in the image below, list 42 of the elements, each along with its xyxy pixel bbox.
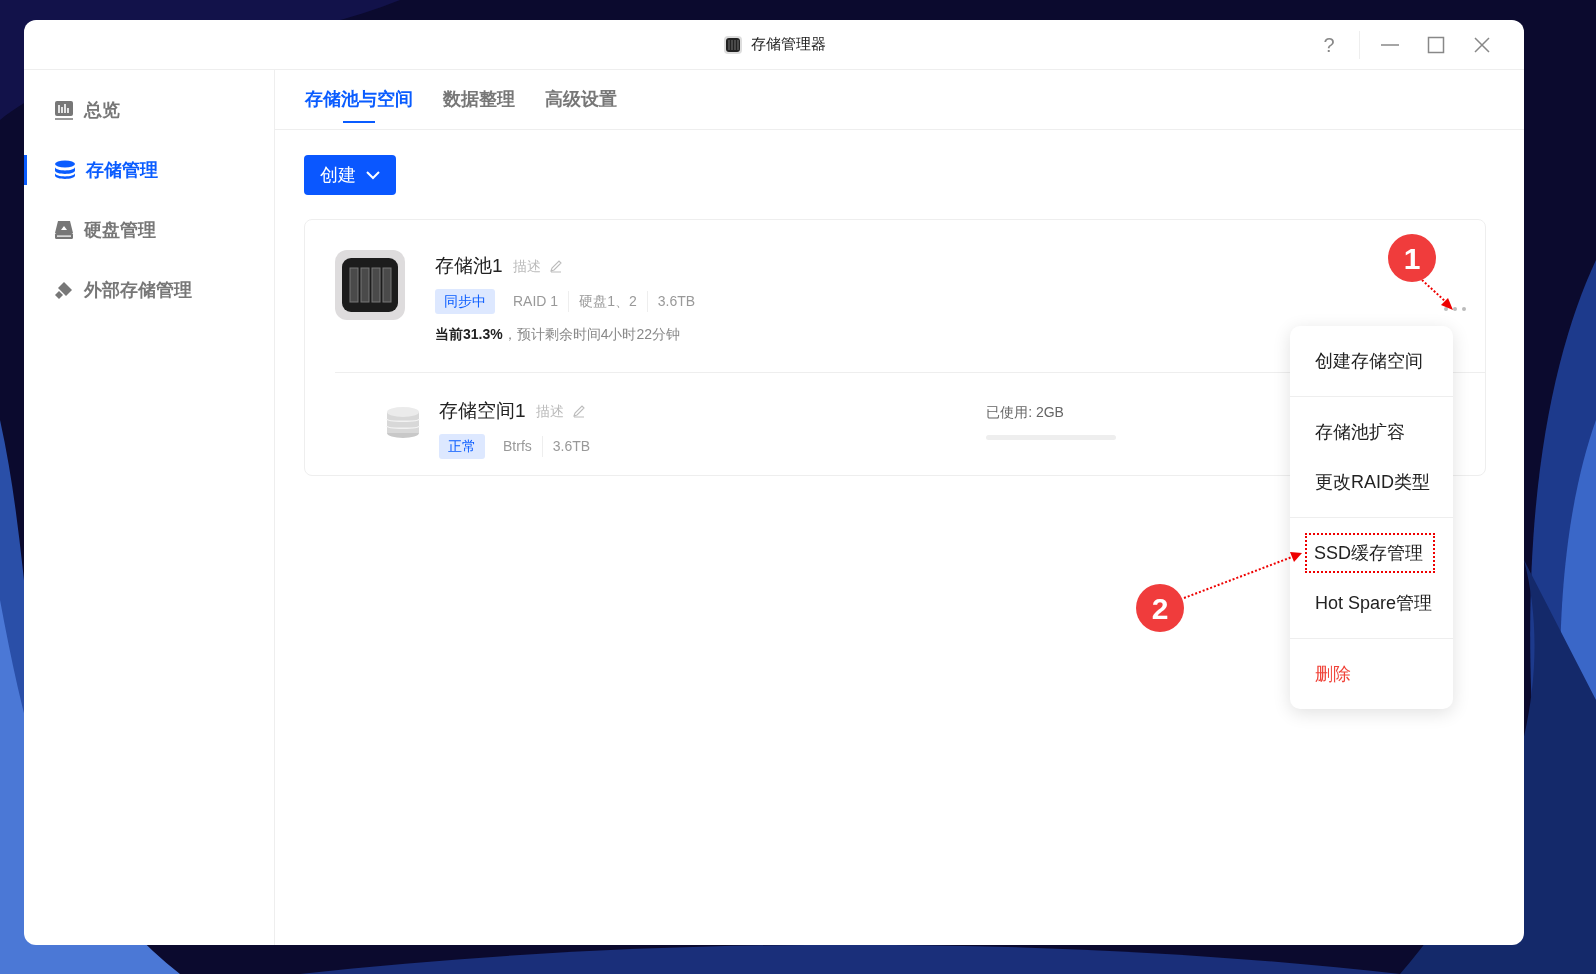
disk-list: 硬盘1、2	[568, 290, 647, 312]
used-space: 已使用: 2GB	[986, 403, 1065, 422]
tab[interactable]: 数据整理	[443, 70, 515, 129]
edit-icon[interactable]	[548, 259, 563, 274]
sidebar-item[interactable]: 总览	[24, 80, 274, 140]
database-icon	[54, 160, 76, 180]
close-icon	[1472, 35, 1492, 55]
app-icon	[722, 34, 743, 55]
status-tag: 正常	[439, 433, 485, 459]
drive-bay-icon	[335, 250, 405, 320]
plug-icon	[54, 280, 74, 300]
menu-item[interactable]: 更改RAID类型	[1290, 457, 1453, 507]
progress-text: 当前31.3%，预计剩余时间4小时22分钟	[435, 324, 682, 344]
menu-item[interactable]: Hot Spare管理	[1290, 578, 1453, 628]
filesystem-type: Btrfs	[502, 436, 533, 456]
sidebar-item[interactable]: 存储管理	[24, 140, 274, 200]
more-icon[interactable]	[1443, 305, 1467, 312]
tab[interactable]: 高级设置	[545, 70, 617, 129]
menu-item[interactable]: 删除	[1290, 649, 1453, 699]
minimize-icon	[1381, 44, 1399, 46]
sidebar-item[interactable]: 外部存储管理	[24, 260, 274, 320]
maximize-icon	[1426, 35, 1446, 55]
sidebar-item[interactable]: 硬盘管理	[24, 200, 274, 260]
create-button[interactable]: 创建	[304, 155, 396, 195]
help-button[interactable]: ?	[1309, 27, 1349, 63]
drive-icon	[54, 220, 74, 240]
volume-size: 3.6TB	[541, 435, 601, 457]
menu-item[interactable]: 创建存储空间	[1290, 336, 1453, 386]
database-icon	[385, 405, 421, 441]
annotation-arrow	[1421, 279, 1453, 310]
edit-icon[interactable]	[571, 404, 586, 419]
pool-name: 存储池1	[435, 254, 503, 278]
status-tag: 同步中	[435, 288, 495, 314]
raid-level: RAID 1	[512, 291, 560, 311]
volume-name: 存储空间1	[439, 399, 526, 423]
chart-icon	[54, 100, 74, 120]
menu-item[interactable]: SSD缓存管理	[1305, 533, 1435, 573]
menu-item[interactable]: 存储池扩容	[1290, 407, 1453, 457]
tab[interactable]: 存储池与空间	[305, 70, 413, 129]
chevron-down-icon	[366, 170, 380, 180]
pool-size: 3.6TB	[646, 290, 706, 312]
window-title: 存储管理器	[750, 34, 826, 55]
